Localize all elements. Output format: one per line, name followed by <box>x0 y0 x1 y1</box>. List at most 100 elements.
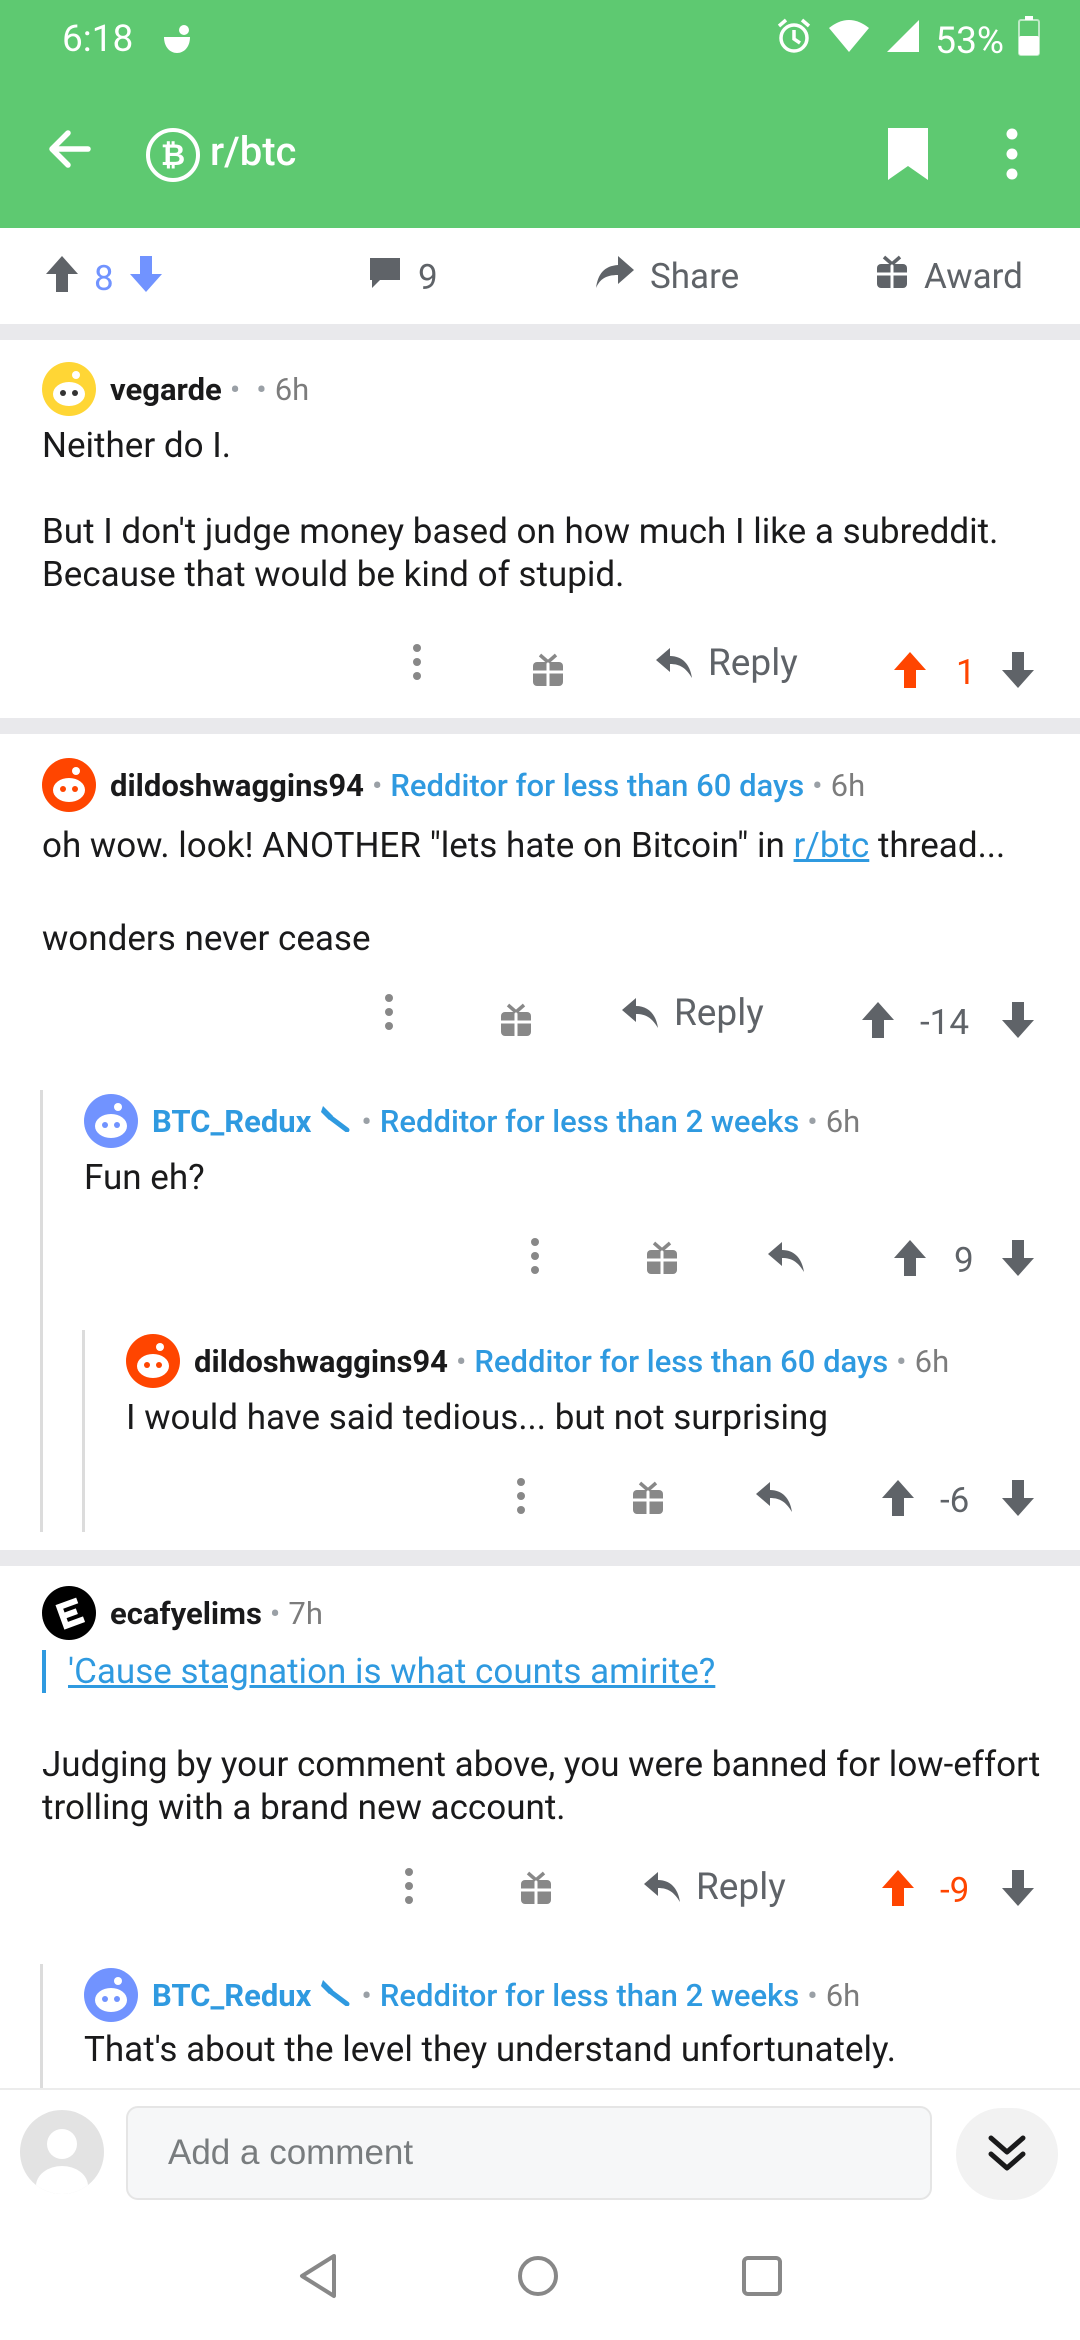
comment-author[interactable]: vegarde <box>110 371 222 408</box>
comment-author[interactable]: BTC_Redux <box>152 1977 311 2014</box>
nav-home-icon[interactable] <box>516 2254 560 2302</box>
award-label: Award <box>924 256 1023 297</box>
more-options-icon[interactable] <box>1006 126 1018 186</box>
avatar[interactable] <box>42 1586 96 1640</box>
post-upvote-icon[interactable] <box>44 254 80 303</box>
user-flair: Redditor for less than 60 days <box>390 766 805 804</box>
subreddit-icon[interactable]: ₿ <box>146 128 200 182</box>
moderator-icon <box>319 1102 353 1140</box>
subreddit-link[interactable]: r/btc <box>794 825 870 866</box>
comment-actions: Reply 1 <box>0 642 1080 702</box>
signal-icon <box>885 18 921 64</box>
user-flair: Redditor for less than 60 days <box>474 1342 889 1380</box>
comment-count: 9 <box>418 257 438 298</box>
upvote-icon[interactable] <box>892 650 928 690</box>
comment-time: 6h <box>830 766 866 804</box>
comment-author[interactable]: dildoshwaggins94 <box>110 767 364 804</box>
avatar[interactable] <box>126 1334 180 1388</box>
comment-actions: 9 <box>0 1236 1080 1296</box>
thread-line[interactable] <box>40 1964 43 2088</box>
comment-score: -14 <box>920 1002 970 1043</box>
reply-button[interactable]: Reply <box>620 992 764 1035</box>
system-nav-bar <box>0 2210 1080 2340</box>
more-icon[interactable] <box>516 1476 526 1516</box>
upvote-icon[interactable] <box>880 1478 916 1518</box>
comment-score: -9 <box>940 1870 970 1911</box>
upvote-icon[interactable] <box>860 1000 896 1040</box>
nav-recents-icon[interactable] <box>740 2254 784 2302</box>
award-icon[interactable] <box>530 652 566 688</box>
award-icon <box>874 254 910 299</box>
comment-author[interactable]: dildoshwaggins94 <box>194 1343 448 1380</box>
battery-percent: 53% <box>935 19 1004 63</box>
comment-body: Neither do I. But I don't judge money ba… <box>42 425 999 595</box>
post-downvote-icon[interactable] <box>128 254 164 303</box>
comment-body: That's about the level they understand u… <box>84 2029 896 2070</box>
comment-author[interactable]: BTC_Redux <box>152 1103 311 1140</box>
comment-actions: -6 <box>0 1476 1080 1536</box>
wifi-icon <box>827 18 871 64</box>
more-icon[interactable] <box>404 1866 414 1906</box>
comment-time: 6h <box>274 370 310 408</box>
reply-icon[interactable] <box>766 1240 806 1276</box>
upvote-icon[interactable] <box>892 1238 928 1278</box>
comment-actions: Reply -9 <box>0 1866 1080 1926</box>
comment-score: 1 <box>956 652 976 693</box>
comment-score: 9 <box>954 1240 974 1281</box>
downvote-icon[interactable] <box>1000 1238 1036 1278</box>
user-avatar[interactable] <box>20 2110 104 2194</box>
avatar[interactable] <box>42 362 96 416</box>
reply-button[interactable]: Reply <box>654 642 798 685</box>
award-icon[interactable] <box>630 1480 666 1516</box>
nav-back-icon[interactable] <box>296 2252 340 2304</box>
downvote-icon[interactable] <box>1000 1868 1036 1908</box>
comment-separator <box>0 718 1080 734</box>
more-icon[interactable] <box>530 1236 540 1276</box>
more-icon[interactable] <box>412 642 422 682</box>
downvote-icon[interactable] <box>1000 650 1036 690</box>
comment-body: 'Cause stagnation is what counts amirite… <box>42 1650 1052 1829</box>
avatar[interactable] <box>84 1094 138 1148</box>
comment-time: 7h <box>288 1594 323 1632</box>
comments-icon[interactable] <box>366 254 404 301</box>
comment-time: 6h <box>825 1976 861 2014</box>
battery-icon <box>1018 16 1040 66</box>
user-flair: Redditor for less than 2 weeks <box>379 1976 800 2014</box>
comment-time: 6h <box>825 1102 861 1140</box>
share-button[interactable]: Share <box>594 254 739 299</box>
reply-button[interactable]: Reply <box>642 1866 786 1909</box>
bookmark-icon[interactable] <box>886 126 930 186</box>
post-actions-bar: 8 9 Share Award <box>0 228 1080 340</box>
comment-time: 6h <box>914 1342 950 1380</box>
add-comment-input[interactable]: Add a comment <box>126 2106 932 2200</box>
comment-separator <box>0 1550 1080 1566</box>
quoted-text[interactable]: 'Cause stagnation is what counts amirite… <box>42 1650 1052 1693</box>
status-time: 6:18 <box>62 18 134 61</box>
downvote-icon[interactable] <box>1000 1000 1036 1040</box>
comment-body: Fun eh? <box>84 1157 205 1198</box>
comment-actions: Reply -14 <box>0 992 1080 1052</box>
jump-to-next-comment-icon[interactable] <box>956 2108 1058 2200</box>
back-arrow-icon[interactable] <box>44 123 96 179</box>
award-icon[interactable] <box>498 1002 534 1038</box>
downvote-icon[interactable] <box>1000 1478 1036 1518</box>
comment-body: I would have said tedious... but not sur… <box>126 1397 828 1438</box>
share-icon <box>594 254 636 299</box>
comment-score: -6 <box>940 1480 970 1521</box>
status-bar: 6:18 53% <box>0 0 1080 78</box>
comment-composer-bar: Add a comment <box>0 2088 1080 2210</box>
award-icon[interactable] <box>644 1240 680 1276</box>
post-score: 8 <box>94 258 114 299</box>
thread-line[interactable] <box>40 1090 43 1532</box>
award-button[interactable]: Award <box>874 254 1023 299</box>
comment-author[interactable]: ecafyelims <box>110 1595 262 1632</box>
user-flair: Redditor for less than 2 weeks <box>379 1102 800 1140</box>
app-bar: ₿ r/btc <box>0 78 1080 228</box>
award-icon[interactable] <box>518 1870 554 1906</box>
avatar[interactable] <box>84 1968 138 2022</box>
more-icon[interactable] <box>384 992 394 1032</box>
upvote-icon[interactable] <box>880 1868 916 1908</box>
reply-icon[interactable] <box>754 1480 794 1516</box>
subreddit-name[interactable]: r/btc <box>210 128 296 175</box>
avatar[interactable] <box>42 758 96 812</box>
